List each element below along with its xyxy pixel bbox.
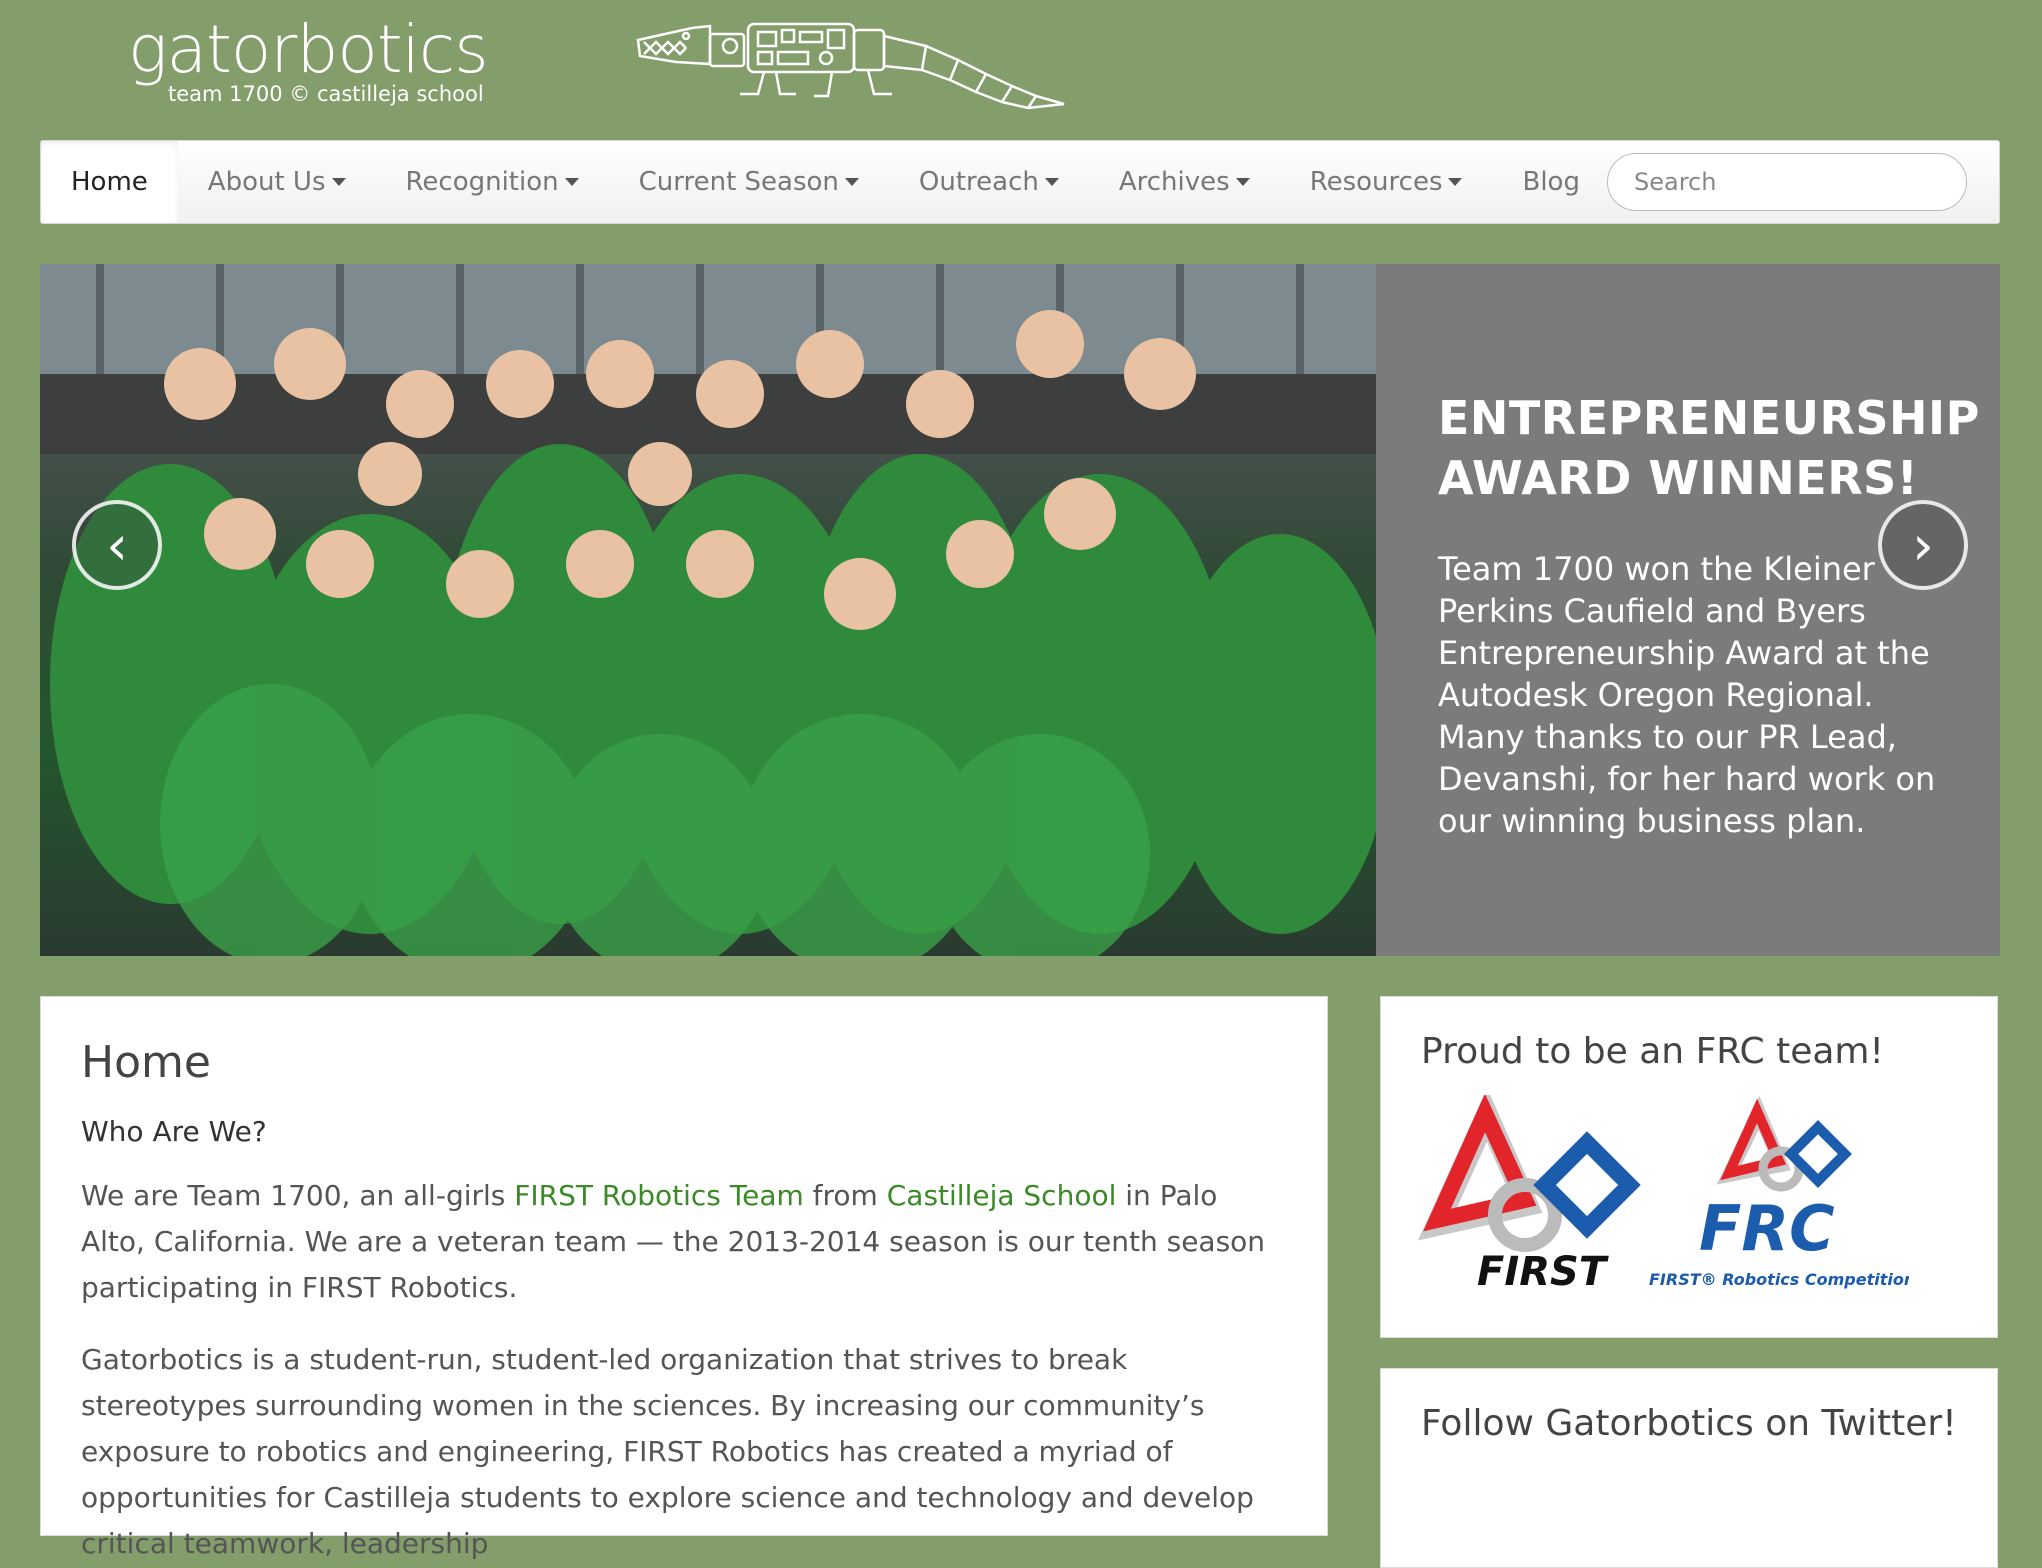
- nav-label: Home: [71, 167, 148, 197]
- frc-logo[interactable]: FRC FIRST® Robotics Competition: [1649, 1095, 1909, 1295]
- caption-title: ENTREPRENEURSHIP AWARD WINNERS!: [1438, 391, 1980, 505]
- first-logo[interactable]: FIRST: [1417, 1095, 1647, 1295]
- site-logo[interactable]: gatorbotics team 1700 © castilleja schoo…: [128, 11, 489, 107]
- frc-widget: Proud to be an FRC team! FIRST FRC FIRST…: [1380, 996, 1998, 1338]
- widget-title: Proud to be an FRC team!: [1421, 1031, 1884, 1072]
- nav-item-about-us[interactable]: About Us: [178, 141, 376, 223]
- intro-text-2: from: [803, 1179, 887, 1212]
- nav-label: Recognition: [405, 167, 559, 197]
- caret-down-icon: [844, 178, 859, 186]
- chevron-right-icon: ›: [1912, 513, 1934, 577]
- nav-item-home[interactable]: Home: [41, 141, 178, 223]
- site-header: gatorbotics team 1700 © castilleja schoo…: [0, 0, 2042, 140]
- nav-menu: Home About Us Recognition Current Season…: [41, 141, 1610, 223]
- nav-label: Blog: [1522, 167, 1580, 197]
- team-photo-illustration: [40, 264, 1376, 956]
- castilleja-school-link[interactable]: Castilleja School: [887, 1179, 1117, 1212]
- chevron-left-icon: ‹: [106, 513, 128, 577]
- caption-text: Team 1700 won the Kleiner Perkins Caufie…: [1438, 550, 1936, 840]
- mission-paragraph: Gatorbotics is a student-run, student-le…: [81, 1343, 1254, 1560]
- caret-down-icon: [564, 178, 579, 186]
- intro-text-1: We are Team 1700, an all-girls: [81, 1179, 515, 1212]
- nav-label: Outreach: [918, 167, 1039, 197]
- main-content: Home Who Are We? We are Team 1700, an al…: [40, 996, 1328, 1560]
- main-navbar: Home About Us Recognition Current Season…: [40, 140, 2000, 224]
- caret-down-icon: [1235, 178, 1250, 186]
- section-heading: Who Are We?: [81, 1115, 267, 1148]
- nav-label: About Us: [207, 167, 326, 197]
- first-robotics-link[interactable]: FIRST Robotics Team: [514, 1179, 803, 1212]
- caret-down-icon: [331, 178, 346, 186]
- frc-logo-text: FRC: [1699, 1192, 1835, 1265]
- nav-item-resources[interactable]: Resources: [1280, 141, 1493, 223]
- page-title: Home: [81, 1037, 211, 1088]
- nav-item-outreach[interactable]: Outreach: [889, 141, 1089, 223]
- nav-label: Current Season: [638, 167, 839, 197]
- caret-down-icon: [1448, 178, 1463, 186]
- nav-label: Archives: [1118, 167, 1230, 197]
- nav-item-current-season[interactable]: Current Season: [609, 141, 889, 223]
- twitter-widget: Follow Gatorbotics on Twitter!: [1380, 1368, 1998, 1568]
- nav-item-archives[interactable]: Archives: [1089, 141, 1280, 223]
- carousel-caption: ENTREPRENEURSHIP AWARD WINNERS! Team 170…: [1376, 264, 2000, 956]
- frc-logo-subtext: FIRST® Robotics Competition: [1649, 1270, 1909, 1289]
- site-name: gatorbotics: [128, 11, 489, 88]
- team-photo: [40, 264, 1376, 956]
- nav-item-recognition[interactable]: Recognition: [376, 141, 609, 223]
- widget-title: Follow Gatorbotics on Twitter!: [1421, 1403, 1957, 1444]
- carousel-prev-button[interactable]: ‹: [72, 500, 162, 590]
- hero-carousel: ENTREPRENEURSHIP AWARD WINNERS! Team 170…: [40, 264, 2000, 956]
- nav-label: Resources: [1309, 167, 1443, 197]
- site-tagline: team 1700 © castilleja school: [168, 82, 484, 106]
- intro-paragraph: We are Team 1700, an all-girls FIRST Rob…: [81, 1173, 1281, 1311]
- search-input[interactable]: [1607, 153, 1967, 211]
- caret-down-icon: [1044, 178, 1059, 186]
- robot-gator-illustration: [636, 22, 1065, 110]
- first-logo-text: FIRST: [1477, 1249, 1609, 1295]
- carousel-next-button[interactable]: ›: [1878, 500, 1968, 590]
- nav-item-blog[interactable]: Blog: [1492, 141, 1609, 223]
